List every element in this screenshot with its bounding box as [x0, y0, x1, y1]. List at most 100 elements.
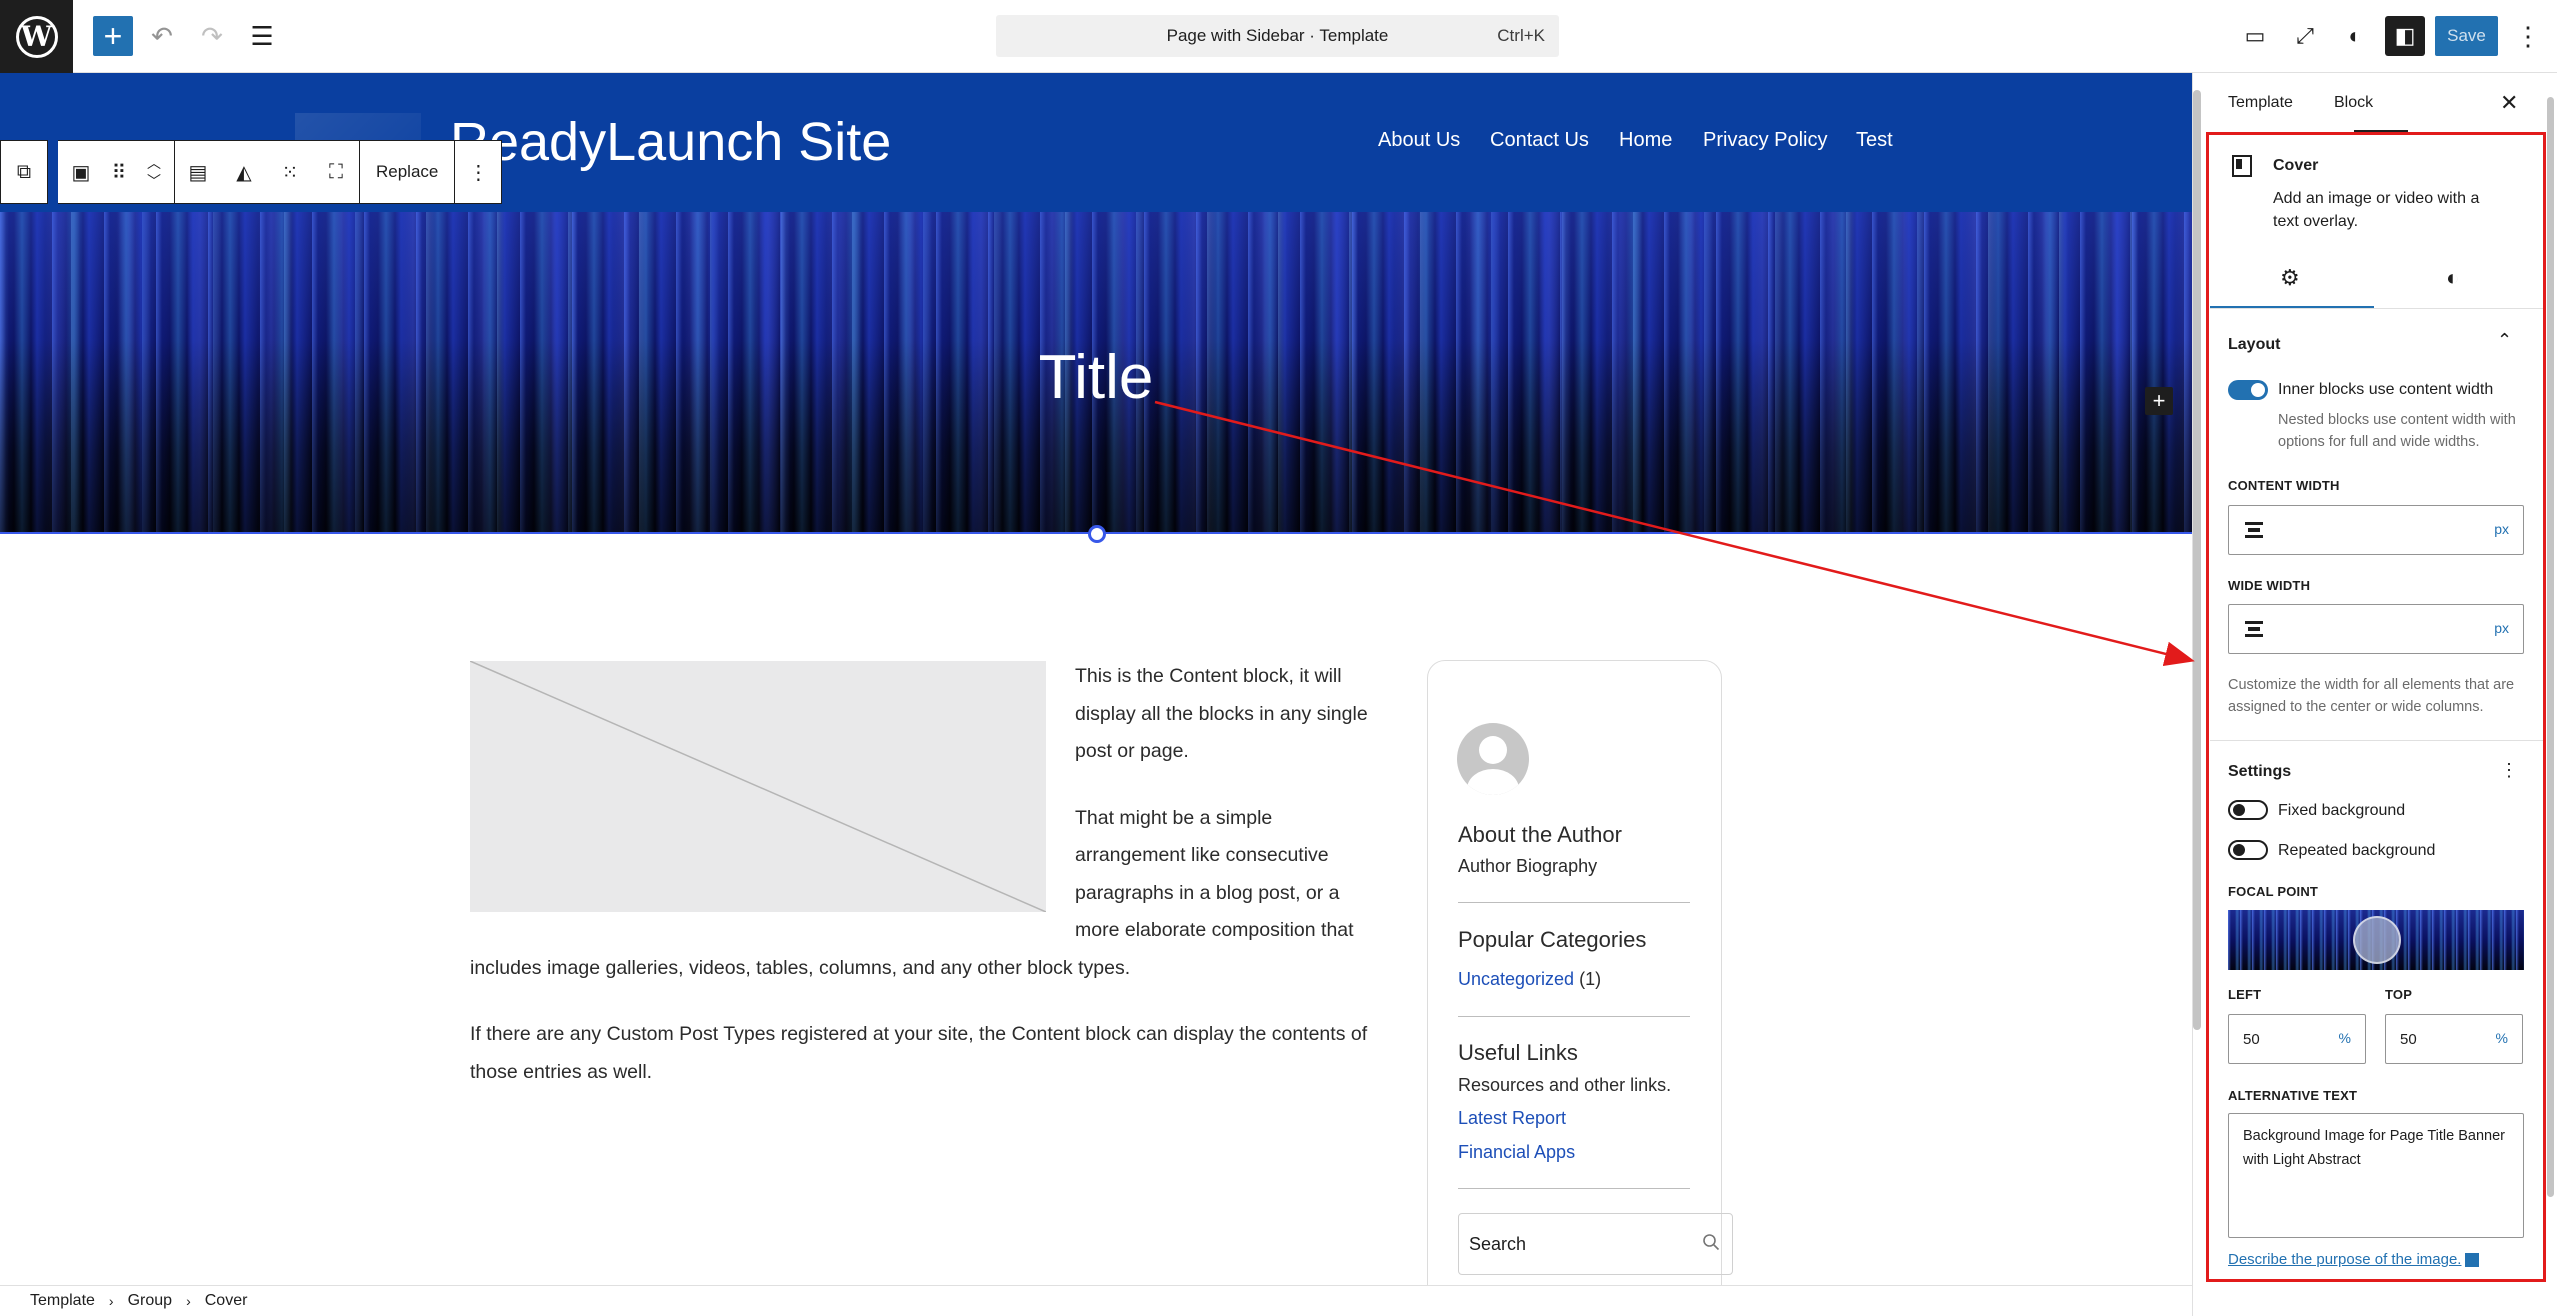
tab-block[interactable]: Block [2334, 94, 2373, 112]
duotone-icon: ◭ [236, 161, 252, 184]
content-position-button[interactable]: ⁙ [267, 141, 313, 203]
align-button[interactable]: ▤ [175, 141, 221, 203]
nav-item-home[interactable]: Home [1619, 129, 1672, 152]
close-icon: ✕ [2500, 90, 2519, 115]
content-width-icon [2245, 522, 2263, 538]
cover-block-icon [2232, 155, 2252, 177]
wordpress-icon: W [15, 15, 58, 58]
useful-links-heading[interactable]: Useful Links [1458, 1040, 1578, 1066]
wide-width-icon [2245, 621, 2263, 637]
separator [1458, 902, 1690, 903]
breadcrumb-template[interactable]: Template [30, 1292, 95, 1310]
author-biography[interactable]: Author Biography [1458, 856, 1597, 877]
focal-left-input[interactable]: 50 % [2228, 1014, 2366, 1064]
unit-select[interactable]: px [2494, 521, 2509, 537]
category-link[interactable]: Uncategorized [1458, 969, 1574, 989]
alt-text-help-link[interactable]: Describe the purpose of the image. [2228, 1251, 2480, 1268]
unit-select[interactable]: px [2494, 620, 2509, 636]
panel-scrollbar[interactable] [2547, 97, 2554, 1197]
full-height-button[interactable]: ⛶ [313, 141, 359, 203]
cover-title[interactable]: Title [0, 342, 2192, 413]
layout-collapse-button[interactable]: ⌃ [2497, 330, 2512, 351]
site-title[interactable]: ReadyLaunch Site [450, 111, 891, 173]
contrast-icon: ◐ [2348, 23, 2362, 48]
focal-point-label: FOCAL POINT [2228, 884, 2319, 899]
command-palette-button[interactable]: Page with Sidebar · Template Ctrl+K [996, 15, 1559, 57]
contrast-icon: ◐ [2446, 265, 2460, 290]
breadcrumb-cover[interactable]: Cover [205, 1292, 248, 1310]
search-input[interactable]: Search [1458, 1213, 1733, 1275]
fixed-background-toggle[interactable] [2228, 800, 2268, 820]
search-icon[interactable] [1702, 1233, 1720, 1251]
canvas-scrollbar[interactable] [2193, 90, 2201, 1030]
chevron-down-icon: ﹀ [147, 173, 161, 189]
alt-text-help-text: Describe the purpose of the image. [2228, 1251, 2462, 1268]
repeated-background-toggle[interactable] [2228, 840, 2268, 860]
post-content[interactable]: This is the Content block, it will displ… [470, 658, 1380, 1120]
wordpress-logo-button[interactable]: W [0, 0, 73, 73]
layout-heading[interactable]: Layout [2228, 336, 2280, 354]
select-parent-button[interactable]: ⧉ [1, 141, 47, 203]
block-toolbar: ⧉ ▣ ⠿ ︿ ﹀ ▤ ◭ ⁙ ⛶ Replace ⋮ [0, 140, 503, 204]
repeated-background-label: Repeated background [2278, 842, 2436, 859]
focal-point-picker[interactable] [2228, 910, 2524, 970]
chevron-right-icon: › [108, 1293, 114, 1309]
link-latest-report[interactable]: Latest Report [1458, 1108, 1566, 1129]
inner-blocks-toggle[interactable] [2228, 380, 2268, 400]
wide-width-input[interactable]: px [2228, 604, 2524, 654]
plus-icon: + [103, 17, 123, 54]
duotone-button[interactable]: ◭ [221, 141, 267, 203]
chevron-right-icon: › [186, 1293, 191, 1309]
block-inserter-button[interactable]: + [93, 16, 133, 56]
gear-icon: ⚙ [2280, 265, 2300, 290]
alt-text-textarea[interactable]: Background Image for Page Title Banner w… [2228, 1113, 2524, 1238]
content-paragraph-3[interactable]: If there are any Custom Post Types regis… [470, 1016, 1380, 1091]
editor-canvas: ReadyLaunch Site About Us Contact Us Hom… [0, 73, 2192, 1285]
plus-icon: + [2152, 388, 2166, 413]
drag-handle[interactable]: ⠿ [104, 141, 134, 203]
tab-template[interactable]: Template [2228, 94, 2293, 112]
editor-top-bar: W + ↶ ↷ ☰ Page with Sidebar · Template C… [0, 0, 2557, 73]
add-block-button[interactable]: + [2145, 387, 2173, 415]
close-panel-button[interactable]: ✕ [2500, 90, 2518, 116]
preview-button[interactable]: ▭ [2235, 16, 2275, 56]
content-paragraph-1[interactable]: This is the Content block, it will displ… [470, 658, 1380, 771]
nav-item-test[interactable]: Test [1856, 129, 1893, 152]
save-button[interactable]: Save [2435, 16, 2498, 56]
settings-toggle-button[interactable]: ◧ [2385, 16, 2425, 56]
fixed-background-label: Fixed background [2278, 802, 2406, 819]
content-width-input[interactable]: px [2228, 505, 2524, 555]
block-options-button[interactable]: ⋮ [455, 141, 501, 203]
undo-icon: ↶ [151, 20, 173, 51]
separator [1458, 1188, 1690, 1189]
replace-button[interactable]: Replace [360, 141, 454, 203]
focal-top-input[interactable]: 50 % [2385, 1014, 2523, 1064]
options-button[interactable]: ⋮ [2508, 16, 2548, 56]
move-up-down-button[interactable]: ︿ ﹀ [134, 141, 174, 203]
list-view-button[interactable]: ☰ [242, 16, 282, 56]
nav-item-about[interactable]: About Us [1378, 129, 1460, 152]
more-vertical-icon: ⋮ [2515, 20, 2541, 51]
category-count: (1) [1579, 969, 1602, 989]
breadcrumb-group[interactable]: Group [128, 1292, 172, 1310]
cover-resize-handle[interactable] [1088, 525, 1106, 543]
redo-button[interactable]: ↷ [192, 16, 232, 56]
left-label: LEFT [2228, 987, 2262, 1002]
about-author-heading[interactable]: About the Author [1458, 822, 1622, 848]
nav-item-privacy[interactable]: Privacy Policy [1703, 129, 1827, 152]
settings-tab[interactable]: ⚙ [2280, 265, 2300, 291]
link-financial-apps[interactable]: Financial Apps [1458, 1142, 1575, 1163]
expand-button[interactable]: ⤢ [2285, 16, 2325, 56]
content-width-label: CONTENT WIDTH [2228, 478, 2340, 493]
cover-block[interactable]: Title + [0, 212, 2192, 534]
popular-categories-heading[interactable]: Popular Categories [1458, 927, 1646, 953]
block-type-button[interactable]: ▣ [58, 141, 104, 203]
useful-links-text[interactable]: Resources and other links. [1458, 1075, 1671, 1096]
styles-button[interactable]: ◐ [2335, 16, 2375, 56]
settings-options-button[interactable]: ⋮ [2500, 760, 2518, 781]
focal-point-handle[interactable] [2353, 916, 2401, 964]
undo-button[interactable]: ↶ [142, 16, 182, 56]
nav-item-contact[interactable]: Contact Us [1490, 129, 1589, 152]
content-paragraph-2[interactable]: That might be a simple arrangement like … [470, 800, 1380, 988]
styles-tab[interactable]: ◐ [2446, 265, 2459, 291]
